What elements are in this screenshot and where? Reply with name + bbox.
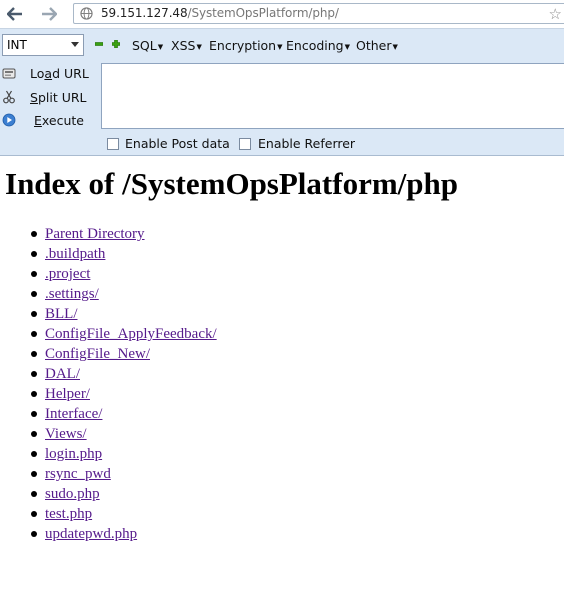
file-link[interactable]: .buildpath <box>45 246 105 262</box>
bullet-icon <box>31 331 37 337</box>
bookmark-star-icon[interactable]: ☆ <box>549 5 562 23</box>
load-url-button[interactable]: Load URL <box>0 64 100 84</box>
file-link[interactable]: rsync_pwd <box>45 466 111 482</box>
menu-encoding-label: Encoding <box>286 38 344 53</box>
bullet-icon <box>31 471 37 477</box>
list-item: test.php <box>31 504 217 524</box>
list-item: .settings/ <box>31 284 217 304</box>
navigation-bar: 59.151.127.48/SystemOpsPlatform/php/ ☆ <box>0 0 564 28</box>
list-item: .project <box>31 264 217 284</box>
url-path: /SystemOpsPlatform/php/ <box>187 6 339 20</box>
file-link[interactable]: login.php <box>45 446 102 462</box>
menu-encryption-label: Encryption <box>209 38 277 53</box>
bullet-icon <box>31 531 37 537</box>
bullet-icon <box>31 491 37 497</box>
list-item: Interface/ <box>31 404 217 424</box>
execute-button[interactable]: Execute <box>0 111 100 131</box>
file-link[interactable]: .settings/ <box>45 286 99 302</box>
bullet-icon <box>31 411 37 417</box>
forward-button[interactable] <box>39 4 59 24</box>
menu-other-label: Other <box>356 38 392 53</box>
file-link[interactable]: BLL/ <box>45 306 78 322</box>
execute-play-icon <box>2 113 16 127</box>
url-textarea[interactable] <box>101 63 564 129</box>
file-link[interactable]: sudo.php <box>45 486 100 502</box>
bullet-icon <box>31 451 37 457</box>
back-button[interactable] <box>5 4 25 24</box>
caret-down-icon: ▼ <box>344 43 350 51</box>
load-url-icon <box>2 68 16 79</box>
type-select-value: INT <box>7 38 27 52</box>
bullet-icon <box>31 431 37 437</box>
file-link[interactable]: Views/ <box>45 426 87 442</box>
bullet-icon <box>31 371 37 377</box>
enable-referrer-label: Enable Referrer <box>258 136 356 151</box>
file-link[interactable]: DAL/ <box>45 366 80 382</box>
menu-xss[interactable]: XSS▼ <box>171 38 202 53</box>
menu-other[interactable]: Other▼ <box>356 38 398 53</box>
list-item: sudo.php <box>31 484 217 504</box>
caret-down-icon: ▼ <box>157 43 164 51</box>
caret-down-icon: ▼ <box>277 43 283 51</box>
directory-listing: Parent Directory .buildpath .project .setti… <box>31 224 217 544</box>
list-item: Views/ <box>31 424 217 444</box>
list-item: login.php <box>31 444 217 464</box>
parent-directory-link[interactable]: Parent Directory <box>45 226 145 242</box>
bullet-icon <box>31 231 37 237</box>
file-link[interactable]: ConfigFile_New/ <box>45 346 150 362</box>
bullet-icon <box>31 391 37 397</box>
file-link[interactable]: .project <box>45 266 90 282</box>
bullet-icon <box>31 251 37 257</box>
chevron-down-icon <box>71 42 79 47</box>
hackbar-panel: INT SQL▼ XSS▼ Encryption▼ Encoding▼ Othe… <box>0 28 564 156</box>
increase-icon[interactable] <box>112 40 120 48</box>
list-item: ConfigFile_New/ <box>31 344 217 364</box>
address-bar[interactable]: 59.151.127.48/SystemOpsPlatform/php/ ☆ <box>73 3 564 24</box>
globe-icon <box>80 7 93 20</box>
bullet-icon <box>31 311 37 317</box>
bullet-icon <box>31 351 37 357</box>
bullet-icon <box>31 511 37 517</box>
menu-encryption[interactable]: Encryption▼ <box>209 38 283 53</box>
list-item: Helper/ <box>31 384 217 404</box>
list-item: ConfigFile_ApplyFeedback/ <box>31 324 217 344</box>
list-item: rsync_pwd <box>31 464 217 484</box>
file-link[interactable]: ConfigFile_ApplyFeedback/ <box>45 326 217 342</box>
file-link[interactable]: test.php <box>45 506 92 522</box>
caret-down-icon: ▼ <box>196 43 202 51</box>
file-link[interactable]: Interface/ <box>45 406 102 422</box>
back-arrow-icon <box>7 7 22 21</box>
list-item: Parent Directory <box>31 224 217 244</box>
file-link[interactable]: updatepwd.php <box>45 526 137 542</box>
file-link[interactable]: Helper/ <box>45 386 90 402</box>
split-url-button[interactable]: Split URL <box>0 88 100 108</box>
list-item: .buildpath <box>31 244 217 264</box>
type-select[interactable]: INT <box>2 34 84 56</box>
menu-sql-label: SQL <box>132 38 157 53</box>
url-host: 59.151.127.48 <box>101 6 188 20</box>
menu-xss-label: XSS <box>171 38 196 53</box>
enable-referrer-checkbox[interactable] <box>239 138 251 150</box>
page-title: Index of /SystemOpsPlatform/php <box>5 166 458 201</box>
scissors-icon <box>3 90 15 104</box>
decrease-icon[interactable] <box>95 40 103 48</box>
list-item: BLL/ <box>31 304 217 324</box>
split-url-label: Split URL <box>30 90 87 105</box>
bullet-icon <box>31 271 37 277</box>
caret-down-icon: ▼ <box>392 43 398 51</box>
bullet-icon <box>31 291 37 297</box>
list-item: updatepwd.php <box>31 524 217 544</box>
enable-post-data-label: Enable Post data <box>125 136 230 151</box>
menu-encoding[interactable]: Encoding▼ <box>286 38 350 53</box>
menu-sql[interactable]: SQL▼ <box>132 38 163 53</box>
load-url-label: Load URL <box>30 66 89 81</box>
execute-label: Execute <box>34 113 84 128</box>
enable-post-data-checkbox[interactable] <box>107 138 119 150</box>
list-item: DAL/ <box>31 364 217 384</box>
forward-arrow-icon <box>42 7 57 21</box>
url-text: 59.151.127.48/SystemOpsPlatform/php/ <box>101 6 339 20</box>
